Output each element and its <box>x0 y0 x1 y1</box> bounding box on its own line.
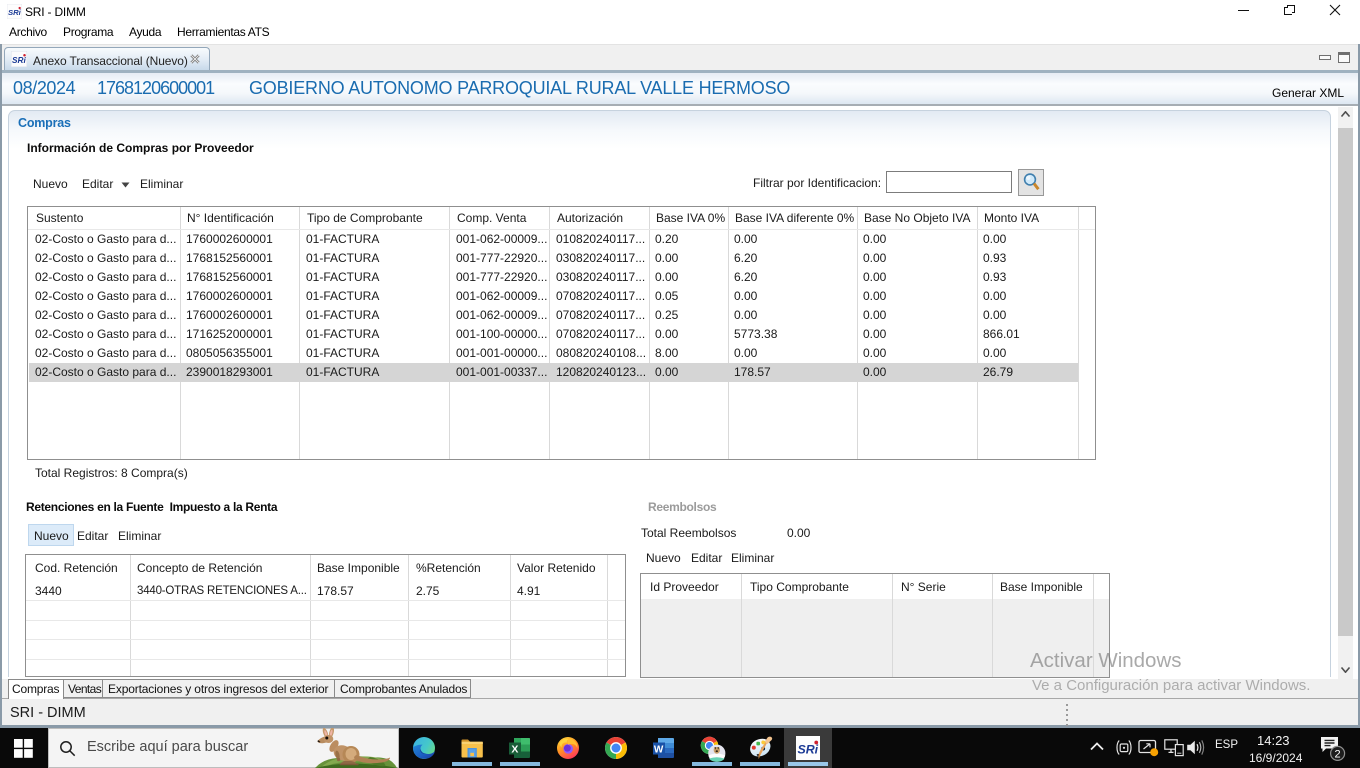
svg-text:2: 2 <box>1335 749 1341 761</box>
svg-text:SRi: SRi <box>12 56 26 65</box>
svg-text:SRi: SRi <box>798 743 819 757</box>
svg-text:X: X <box>511 744 518 756</box>
svg-text:SRi: SRi <box>8 8 22 17</box>
svg-text:W: W <box>654 744 664 755</box>
